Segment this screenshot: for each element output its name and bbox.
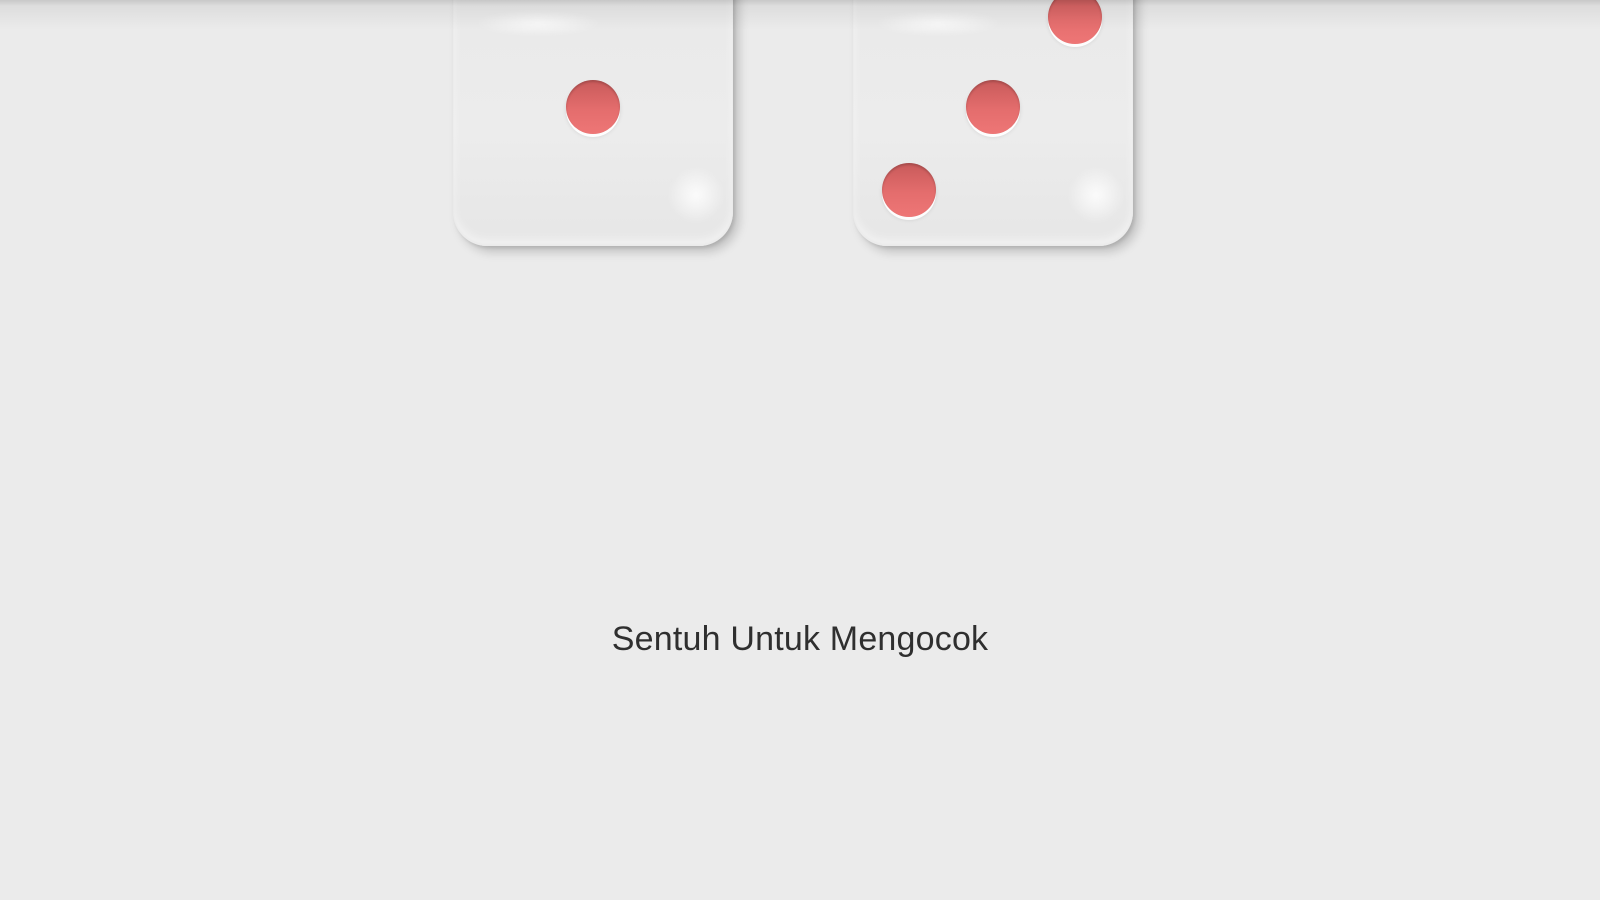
die-left[interactable] xyxy=(453,0,733,246)
die-pip-top-right xyxy=(1048,0,1102,44)
tap-to-roll-label: Sentuh Untuk Mengocok xyxy=(611,620,989,658)
die-glare-top xyxy=(473,10,603,36)
die-pip-center xyxy=(566,80,620,134)
die-glare-top xyxy=(873,10,1003,36)
die-pip-bottom-left xyxy=(882,163,936,217)
die-right[interactable] xyxy=(853,0,1133,246)
dice-app-screen[interactable]: { "app": { "screen": { "background_color… xyxy=(0,0,1600,900)
die-glare-bottom xyxy=(667,166,725,224)
top-shadow xyxy=(0,0,1600,30)
die-pip-center xyxy=(966,80,1020,134)
die-glare-bottom xyxy=(1067,166,1125,224)
